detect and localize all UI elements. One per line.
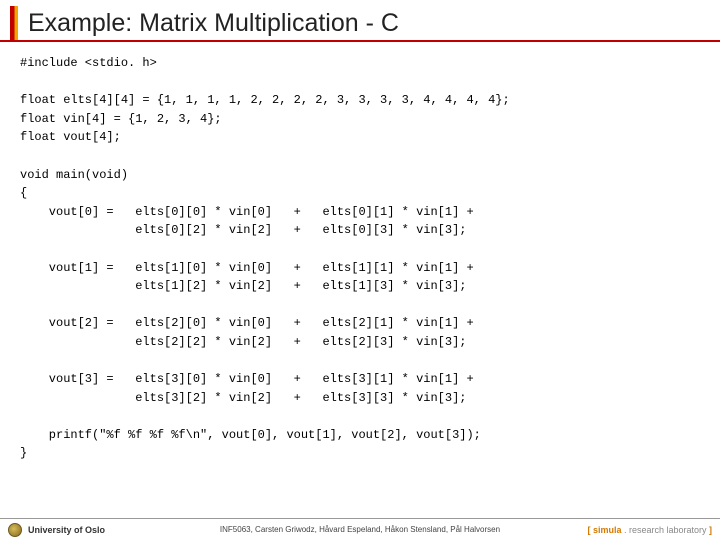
- title-accent: [10, 6, 18, 40]
- lab-rest: . research laboratory: [621, 525, 709, 535]
- code-block: #include <stdio. h> float elts[4][4] = {…: [0, 42, 720, 471]
- university-seal-icon: [8, 523, 22, 537]
- footer-left: University of Oslo: [8, 523, 148, 537]
- slide-footer: University of Oslo INF5063, Carsten Griw…: [0, 518, 720, 540]
- footer-university: University of Oslo: [28, 525, 105, 535]
- bracket-close: ]: [709, 525, 712, 535]
- slide-title-bar: Example: Matrix Multiplication - C: [0, 0, 720, 42]
- slide-title: Example: Matrix Multiplication - C: [28, 6, 399, 40]
- footer-lab: [ simula . research laboratory ]: [572, 525, 712, 535]
- footer-course-authors: INF5063, Carsten Griwodz, Håvard Espelan…: [148, 525, 572, 534]
- lab-name: simula: [593, 525, 622, 535]
